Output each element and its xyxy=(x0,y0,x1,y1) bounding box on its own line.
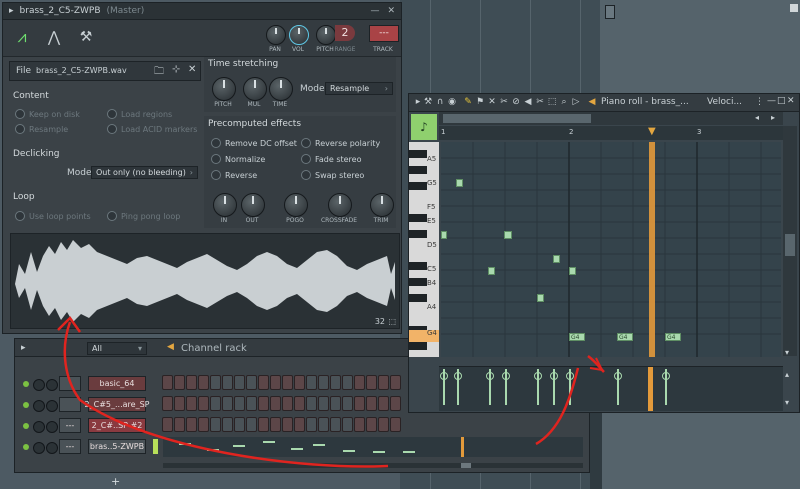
annotation-arrows xyxy=(57,316,605,468)
